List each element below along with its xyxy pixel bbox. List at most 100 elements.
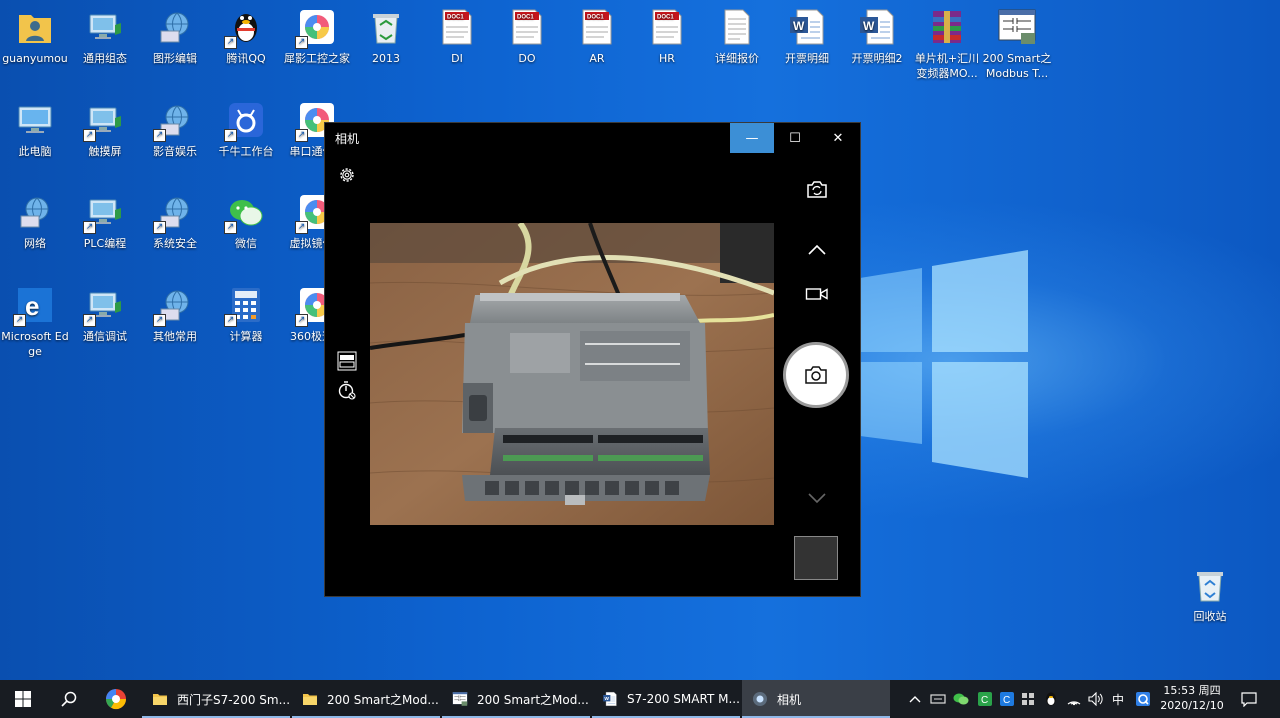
shortcut-arrow-icon: ↗ bbox=[83, 221, 96, 234]
taskbar-pinned-browser[interactable] bbox=[94, 680, 138, 718]
clock[interactable]: 15:53 周四 2020/12/10 bbox=[1157, 683, 1227, 713]
desktop-icon-15[interactable]: 200 Smart之Modbus T... bbox=[982, 7, 1052, 81]
word-doc-icon: W bbox=[602, 691, 618, 707]
camera-window[interactable]: 相机 — ☐ ✕ bbox=[325, 123, 860, 596]
ime-indicator[interactable]: 中 bbox=[1108, 680, 1128, 718]
clock-date: 2020/12/10 bbox=[1160, 699, 1224, 712]
chevron-up-icon[interactable] bbox=[807, 243, 827, 257]
desktop-icon-18[interactable]: ↗ 影音娱乐 bbox=[140, 100, 210, 159]
close-button[interactable]: ✕ bbox=[816, 123, 860, 153]
desktop-icon-8[interactable]: DOC1 DO bbox=[492, 7, 562, 66]
desktop-icon-label: PLC编程 bbox=[83, 237, 127, 250]
shortcut-arrow-icon: ↗ bbox=[83, 314, 96, 327]
qq-penguin-icon: ↗ bbox=[224, 7, 266, 49]
recycle-bin-full-icon bbox=[366, 7, 406, 47]
desktop-icon-28[interactable]: ↗ 其他常用 bbox=[140, 285, 210, 344]
photo-camera-icon bbox=[805, 366, 827, 384]
svg-text:DOC1: DOC1 bbox=[587, 15, 604, 21]
tray-app-grid[interactable] bbox=[1018, 680, 1038, 718]
desktop-icon-23[interactable]: ↗ 系统安全 bbox=[140, 192, 210, 251]
desktop-icon-label: 详细报价 bbox=[715, 52, 759, 65]
shortcut-arrow-icon: ↗ bbox=[224, 36, 237, 49]
taskbar-item-4[interactable]: W S7-200 SMART M... bbox=[592, 680, 740, 718]
qianniu-icon: ↗ bbox=[224, 100, 266, 142]
tray-app-icon[interactable] bbox=[928, 680, 948, 718]
network-computer-icon bbox=[85, 7, 125, 47]
desktop-icon-29[interactable]: ↗ 计算器 bbox=[211, 285, 281, 344]
color-wheel-icon: ↗ bbox=[295, 7, 337, 49]
desktop-icon-31[interactable]: 回收站 bbox=[1175, 565, 1245, 624]
desktop-icon-5[interactable]: ↗ 犀影工控之家 bbox=[282, 7, 352, 66]
desktop-icon-label: 腾讯QQ bbox=[226, 52, 266, 65]
taskbar-item-1[interactable]: 西门子S7-200 Sm... bbox=[142, 680, 290, 718]
plc-photo-image bbox=[370, 223, 774, 525]
desktop-icon-label: 2013 bbox=[372, 52, 400, 65]
desktop-icon-17[interactable]: ↗ 触摸屏 bbox=[70, 100, 140, 159]
taskbar-item-5[interactable]: 相机 bbox=[742, 680, 890, 718]
desktop-icon-label: 图形编辑 bbox=[153, 52, 197, 65]
desktop-icon-label: 影音娱乐 bbox=[153, 145, 197, 158]
desktop-icon-label: AR bbox=[589, 52, 605, 65]
video-mode-icon[interactable] bbox=[805, 286, 829, 302]
taskbar-item-2[interactable]: 200 Smart之Mod... bbox=[292, 680, 440, 718]
taskbar-item-3[interactable]: 200 Smart之Mod... bbox=[442, 680, 590, 718]
chevron-down-icon[interactable] bbox=[807, 491, 827, 505]
desktop-icon-2[interactable]: 通用组态 bbox=[70, 7, 140, 66]
shortcut-arrow-icon: ↗ bbox=[224, 221, 237, 234]
take-photo-button[interactable] bbox=[783, 342, 849, 408]
desktop-icon-label: 犀影工控之家 bbox=[284, 52, 350, 65]
shortcut-arrow-icon: ↗ bbox=[295, 221, 308, 234]
last-photo-thumbnail[interactable] bbox=[794, 536, 838, 580]
start-button[interactable] bbox=[0, 680, 46, 718]
desktop-icon-label: DI bbox=[451, 52, 463, 65]
svg-text:C: C bbox=[981, 695, 988, 706]
desktop-icon-7[interactable]: DOC1 DI bbox=[422, 7, 492, 66]
shortcut-arrow-icon: ↗ bbox=[224, 129, 237, 142]
desktop-icon-12[interactable]: W 开票明细 bbox=[772, 7, 842, 66]
desktop-icon-26[interactable]: e ↗ Microsoft Edge bbox=[0, 285, 70, 359]
desktop-icon-24[interactable]: ↗ 微信 bbox=[211, 192, 281, 251]
desktop-icon-6[interactable]: 2013 bbox=[351, 7, 421, 66]
maximize-button[interactable]: ☐ bbox=[773, 123, 817, 153]
tray-app-c2[interactable]: C bbox=[996, 680, 1018, 718]
desktop-icon-11[interactable]: 详细报价 bbox=[702, 7, 772, 66]
grid-app-icon bbox=[1022, 693, 1034, 705]
desktop-icon-label: HR bbox=[659, 52, 675, 65]
tray-wechat[interactable] bbox=[950, 680, 972, 718]
desktop-icon-9[interactable]: DOC1 AR bbox=[562, 7, 632, 66]
desktop-icon-21[interactable]: 网络 bbox=[0, 192, 70, 251]
desktop-icon-10[interactable]: DOC1 HR bbox=[632, 7, 702, 66]
search-button[interactable] bbox=[46, 680, 92, 718]
desktop-icon-label: 此电脑 bbox=[18, 145, 52, 158]
taskbar-item-label: 相机 bbox=[777, 692, 802, 707]
desktop-icon-16[interactable]: 此电脑 bbox=[0, 100, 70, 159]
desktop-icon-label: guanyumou bbox=[2, 52, 68, 65]
self-timer-icon[interactable] bbox=[337, 380, 357, 400]
clock-time: 15:53 周四 bbox=[1163, 684, 1221, 697]
desktop-icon-3[interactable]: 图形编辑 bbox=[140, 7, 210, 66]
tray-wifi[interactable] bbox=[1064, 680, 1084, 718]
desktop-icon-label: 千牛工作台 bbox=[218, 145, 274, 158]
notification-center-button[interactable] bbox=[1232, 680, 1266, 718]
hdr-pro-icon[interactable] bbox=[337, 351, 357, 371]
desktop-icon-19[interactable]: ↗ 千牛工作台 bbox=[211, 100, 281, 159]
tray-app-q[interactable] bbox=[1132, 680, 1154, 718]
settings-gear-icon[interactable] bbox=[338, 166, 356, 184]
minimize-button[interactable]: — bbox=[730, 123, 774, 153]
tray-qq[interactable] bbox=[1040, 680, 1062, 718]
word-doc-icon: W bbox=[857, 7, 897, 47]
camera-titlebar[interactable]: 相机 — ☐ ✕ bbox=[325, 123, 860, 153]
show-hidden-icons-button[interactable] bbox=[905, 680, 925, 718]
tray-volume[interactable] bbox=[1086, 680, 1106, 718]
desktop-icon-22[interactable]: ↗ PLC编程 bbox=[70, 192, 140, 251]
tray-app-c[interactable]: C bbox=[974, 680, 996, 718]
desktop-icon-13[interactable]: W 开票明细2 bbox=[842, 7, 912, 66]
winrar-archive-icon bbox=[927, 7, 967, 47]
desktop-icon-14[interactable]: 单片机+汇川变频器MO... bbox=[912, 7, 982, 81]
volume-icon bbox=[1088, 692, 1103, 706]
desktop-icon-1[interactable]: guanyumou bbox=[0, 7, 70, 66]
desktop-icon-label: 通用组态 bbox=[83, 52, 127, 65]
desktop-icon-4[interactable]: ↗ 腾讯QQ bbox=[211, 7, 281, 66]
switch-camera-icon[interactable] bbox=[805, 177, 829, 201]
desktop-icon-27[interactable]: ↗ 通信调试 bbox=[70, 285, 140, 344]
